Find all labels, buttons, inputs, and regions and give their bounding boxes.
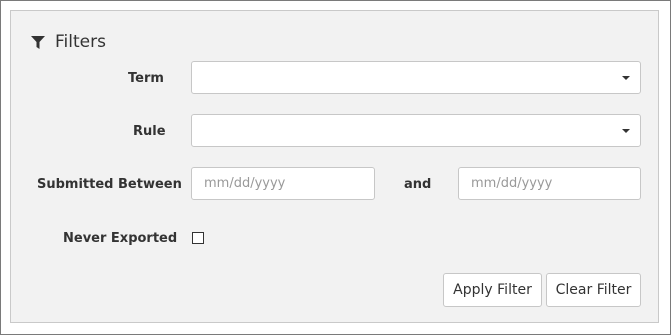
chevron-down-icon: [622, 76, 630, 80]
rule-label: Rule: [133, 124, 166, 139]
term-select[interactable]: [191, 61, 641, 94]
never-exported-label: Never Exported: [63, 231, 178, 246]
clear-filter-button[interactable]: Clear Filter: [546, 273, 641, 307]
and-label: and: [404, 177, 432, 192]
never-exported-checkbox[interactable]: [192, 232, 204, 244]
submitted-between-label: Submitted Between: [37, 177, 182, 192]
submitted-to-date-input[interactable]: mm/dd/yyyy: [458, 167, 641, 200]
filters-panel: Filters Term Rule Submitted Between mm/d…: [10, 10, 659, 323]
rule-select[interactable]: [191, 114, 641, 147]
chevron-down-icon: [622, 129, 630, 133]
term-label: Term: [128, 71, 164, 86]
apply-filter-button[interactable]: Apply Filter: [443, 273, 542, 307]
submitted-from-date-input[interactable]: mm/dd/yyyy: [191, 167, 375, 200]
filter-icon: [31, 35, 45, 49]
filters-title: Filters: [55, 32, 106, 52]
filters-header: Filters: [31, 31, 106, 53]
